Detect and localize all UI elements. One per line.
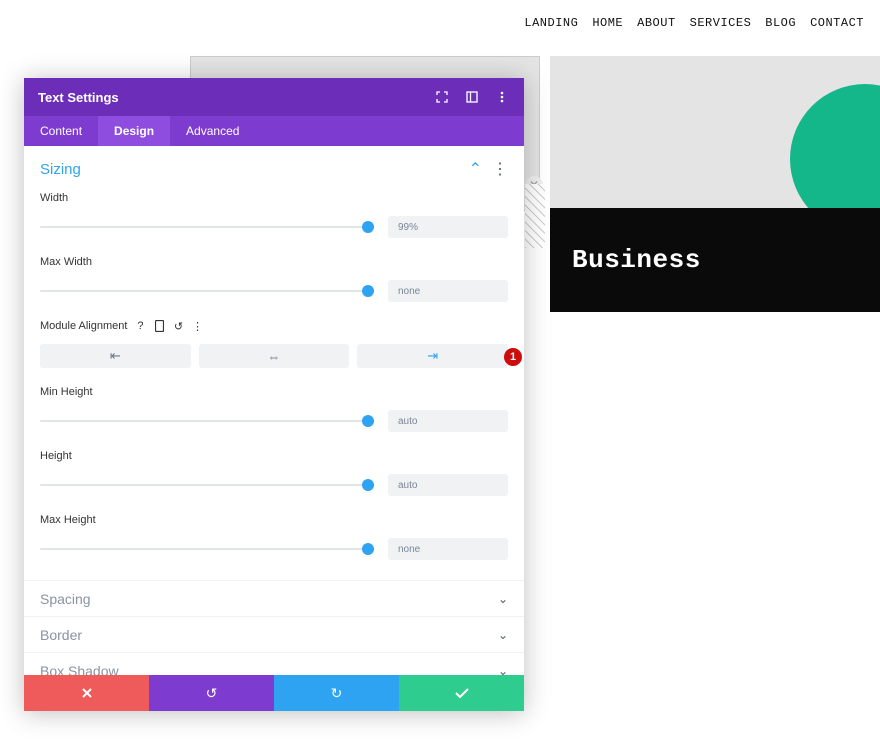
hero-preview: Business (550, 56, 880, 312)
slider-thumb[interactable] (362, 543, 374, 555)
slider-thumb[interactable] (362, 415, 374, 427)
section-sizing: Sizing ⌃ ⋮ Width 99% Max Width none (24, 146, 524, 580)
hero-title: Business (572, 245, 701, 275)
chevron-down-icon: ⌄ (498, 664, 508, 676)
nav-services[interactable]: SERVICES (690, 16, 752, 30)
slider-thumb[interactable] (362, 221, 374, 233)
nav-landing[interactable]: LANDING (524, 16, 578, 30)
panel-body: Sizing ⌃ ⋮ Width 99% Max Width none (24, 146, 524, 675)
snap-icon[interactable] (464, 89, 480, 105)
panel-tabs: Content Design Advanced (24, 116, 524, 146)
tab-content[interactable]: Content (24, 116, 98, 146)
height-value[interactable]: auto (388, 474, 508, 496)
more-icon[interactable] (494, 89, 510, 105)
slider-thumb[interactable] (362, 479, 374, 491)
hero-circle (790, 84, 880, 208)
field-width: Width 99% (40, 186, 508, 250)
panel-title: Text Settings (38, 90, 119, 105)
width-value[interactable]: 99% (388, 216, 508, 238)
slider-thumb[interactable] (362, 285, 374, 297)
box-shadow-label: Box Shadow (40, 663, 119, 676)
field-max-height: Max Height none (40, 508, 508, 572)
width-slider[interactable] (40, 220, 374, 234)
max-width-slider[interactable] (40, 284, 374, 298)
device-icon[interactable] (153, 320, 165, 332)
max-width-value[interactable]: none (388, 280, 508, 302)
field-min-height: Min Height auto (40, 380, 508, 444)
height-label: Height (40, 450, 508, 462)
pattern-decor (525, 184, 545, 248)
top-nav: LANDING HOME ABOUT SERVICES BLOG CONTACT (524, 16, 864, 30)
section-more-icon[interactable]: ⋮ (492, 159, 508, 179)
panel-header: Text Settings (24, 78, 524, 116)
nav-home[interactable]: HOME (592, 16, 623, 30)
nav-blog[interactable]: BLOG (765, 16, 796, 30)
border-label: Border (40, 627, 82, 643)
tab-design[interactable]: Design (98, 116, 170, 146)
module-alignment-label: Module Alignment (40, 320, 127, 332)
reset-icon[interactable]: ↺ (172, 320, 184, 332)
section-spacing[interactable]: Spacing ⌄ (24, 580, 524, 616)
settings-panel: Text Settings Content Design Advanced Si… (24, 78, 524, 711)
section-border[interactable]: Border ⌄ (24, 616, 524, 652)
width-label: Width (40, 192, 508, 204)
hero-top (550, 56, 880, 208)
save-button[interactable] (399, 675, 524, 711)
hero-bottom: Business (550, 208, 880, 312)
chevron-down-icon: ⌄ (498, 628, 508, 642)
min-height-label: Min Height (40, 386, 508, 398)
spacing-label: Spacing (40, 591, 91, 607)
field-more-icon[interactable]: ⋮ (191, 320, 203, 332)
height-slider[interactable] (40, 478, 374, 492)
help-icon[interactable]: ? (134, 320, 146, 332)
min-height-value[interactable]: auto (388, 410, 508, 432)
annotation-badge: 1 (504, 348, 522, 366)
field-height: Height auto (40, 444, 508, 508)
max-width-label: Max Width (40, 256, 508, 268)
undo-button[interactable]: ↺ (149, 675, 274, 711)
nav-about[interactable]: ABOUT (637, 16, 676, 30)
field-max-width: Max Width none (40, 250, 508, 314)
max-height-value[interactable]: none (388, 538, 508, 560)
tab-advanced[interactable]: Advanced (170, 116, 255, 146)
align-right-button[interactable]: ⇥ (357, 344, 508, 368)
expand-icon[interactable] (434, 89, 450, 105)
cancel-button[interactable] (24, 675, 149, 711)
field-module-alignment: Module Alignment ? ↺ ⋮ ⇤ ⇔ ⇥ 1 (40, 314, 508, 380)
nav-contact[interactable]: CONTACT (810, 16, 864, 30)
panel-footer: ↺ ↻ (24, 675, 524, 711)
chevron-down-icon: ⌄ (498, 592, 508, 606)
min-height-slider[interactable] (40, 414, 374, 428)
align-left-button[interactable]: ⇤ (40, 344, 191, 368)
max-height-slider[interactable] (40, 542, 374, 556)
align-center-button[interactable]: ⇔ (199, 344, 350, 368)
chevron-up-icon[interactable]: ⌃ (469, 159, 482, 179)
sizing-title[interactable]: Sizing (40, 161, 81, 178)
max-height-label: Max Height (40, 514, 508, 526)
redo-button[interactable]: ↻ (274, 675, 399, 711)
section-box-shadow[interactable]: Box Shadow ⌄ (24, 652, 524, 675)
